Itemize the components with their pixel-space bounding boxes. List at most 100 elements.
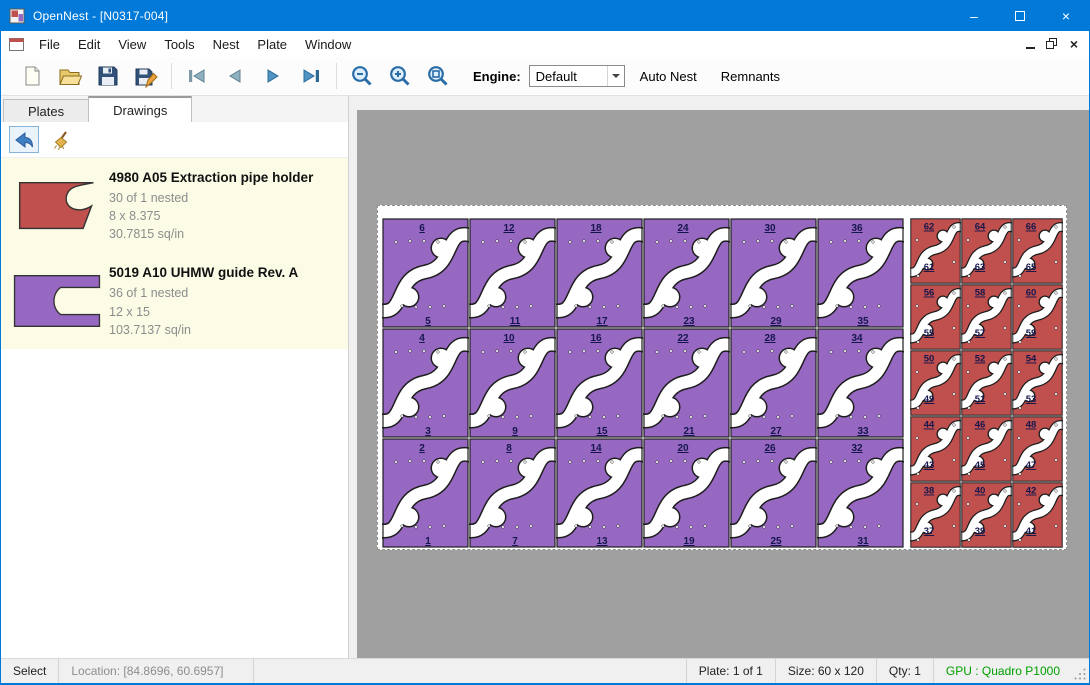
main-toolbar: Engine: Default Auto Nest Remnants	[1, 57, 1089, 96]
open-file-button[interactable]	[51, 60, 89, 92]
minimize-button[interactable]: –	[951, 1, 997, 31]
part-number: 65	[1026, 262, 1037, 273]
part-number: 11	[510, 316, 521, 327]
app-icon	[9, 8, 25, 24]
nested-part-pair[interactable]: 3029	[730, 218, 817, 328]
nested-part-pair[interactable]: 1615	[556, 328, 643, 438]
resize-grip[interactable]	[1072, 659, 1089, 683]
engine-select[interactable]: Default	[529, 65, 625, 87]
open-folder-icon	[58, 65, 82, 87]
nested-part-pair[interactable]: 2625	[730, 438, 817, 548]
nest-canvas[interactable]: 6512111817242330293635431091615222128273…	[357, 110, 1089, 658]
zoom-in-button[interactable]	[381, 60, 419, 92]
back-arrow-icon	[14, 131, 34, 149]
nested-part-pair[interactable]: 87	[469, 438, 556, 548]
nested-part-pair[interactable]: 3837	[910, 482, 961, 548]
clear-nest-button[interactable]	[47, 126, 77, 153]
save-button[interactable]	[89, 60, 127, 92]
mdi-close-button[interactable]: ×	[1067, 37, 1081, 51]
nested-part-pair[interactable]: 3433	[817, 328, 904, 438]
part-number: 44	[924, 420, 935, 431]
chevron-down-icon[interactable]	[607, 66, 624, 86]
nested-part-pair[interactable]: 4039	[961, 482, 1012, 548]
nested-part-pair[interactable]: 6463	[961, 218, 1012, 284]
previous-plate-button[interactable]	[216, 60, 254, 92]
remnants-button[interactable]: Remnants	[712, 61, 789, 92]
status-qty: Qty: 1	[876, 659, 933, 683]
nested-part-pair[interactable]: 6665	[1012, 218, 1063, 284]
nested-part-pair[interactable]: 3231	[817, 438, 904, 548]
part-number: 36	[851, 223, 863, 234]
part-number: 35	[857, 316, 869, 327]
part-number: 15	[596, 426, 608, 437]
save-as-button[interactable]	[127, 60, 165, 92]
nested-part-pair[interactable]: 36 35	[817, 218, 904, 328]
nested-part-pair[interactable]: 4847	[1012, 416, 1063, 482]
nested-part-pair[interactable]: 4645	[961, 416, 1012, 482]
drawing-list-item[interactable]: 4980 A05 Extraction pipe holder30 of 1 n…	[1, 158, 348, 253]
tab-drawings[interactable]: Drawings	[88, 96, 192, 122]
drawing-title: 4980 A05 Extraction pipe holder	[109, 170, 342, 185]
maximize-button[interactable]	[997, 1, 1043, 31]
part-number: 48	[1026, 420, 1037, 431]
last-arrow-icon	[300, 67, 322, 85]
new-file-icon	[21, 65, 43, 87]
zoom-fit-button[interactable]	[419, 60, 457, 92]
save-icon	[97, 65, 119, 87]
part-number: 39	[975, 526, 986, 537]
nested-part-pair[interactable]: 6059	[1012, 284, 1063, 350]
nested-part-pair[interactable]: 1817	[556, 218, 643, 328]
menu-plate[interactable]: Plate	[248, 33, 296, 56]
part-number: 2	[419, 443, 425, 454]
red-parts-grid: 626164636665 565558576059 504952515453 4443…	[910, 218, 1063, 548]
nested-part-pair[interactable]: 5655	[910, 284, 961, 350]
nested-part-pair[interactable]: 4443	[910, 416, 961, 482]
menu-view[interactable]: View	[109, 33, 155, 56]
nested-part-pair[interactable]: 2019	[643, 438, 730, 548]
close-button[interactable]: ×	[1043, 1, 1089, 31]
plate[interactable]: 6512111817242330293635431091615222128273…	[377, 205, 1067, 550]
nested-part-pair[interactable]: 4241	[1012, 482, 1063, 548]
broom-icon	[52, 130, 72, 150]
first-plate-button[interactable]	[178, 60, 216, 92]
menu-nest[interactable]: Nest	[204, 33, 249, 56]
part-number: 4	[419, 333, 425, 344]
nested-part-pair[interactable]: 109	[469, 328, 556, 438]
nested-part-pair[interactable]: 1413	[556, 438, 643, 548]
tab-plates[interactable]: Plates	[3, 99, 89, 122]
nested-part-pair[interactable]: 65	[382, 218, 469, 328]
menu-edit[interactable]: Edit	[69, 33, 109, 56]
part-number: 60	[1026, 288, 1037, 299]
nested-part-pair[interactable]: 1211	[469, 218, 556, 328]
zoom-out-button[interactable]	[343, 60, 381, 92]
mdi-restore-button[interactable]	[1045, 37, 1059, 51]
nested-part-pair[interactable]: 6261	[910, 218, 961, 284]
nested-part-pair[interactable]: 5857	[961, 284, 1012, 350]
nested-part-pair[interactable]: 2221	[643, 328, 730, 438]
drawing-size: 12 x 15	[109, 303, 342, 321]
next-arrow-icon	[262, 67, 284, 85]
nested-part-pair[interactable]: 5251	[961, 350, 1012, 416]
mdi-minimize-button[interactable]	[1023, 37, 1037, 51]
zoom-fit-icon	[426, 64, 450, 88]
part-number: 18	[590, 223, 602, 234]
part-number: 20	[677, 443, 689, 454]
nested-part-pair[interactable]: 21	[382, 438, 469, 548]
next-plate-button[interactable]	[254, 60, 292, 92]
nested-part-pair[interactable]: 2423	[643, 218, 730, 328]
menu-file[interactable]: File	[30, 33, 69, 56]
nested-part-pair[interactable]: 5049	[910, 350, 961, 416]
part-number: 29	[770, 316, 782, 327]
nested-part-pair[interactable]: 43	[382, 328, 469, 438]
return-to-nest-button[interactable]	[9, 126, 39, 153]
part-number: 23	[683, 316, 695, 327]
nested-part-pair[interactable]: 2827	[730, 328, 817, 438]
last-plate-button[interactable]	[292, 60, 330, 92]
drawing-list-item[interactable]: 5019 A10 UHMW guide Rev. A36 of 1 nested…	[1, 253, 348, 348]
menu-window[interactable]: Window	[296, 33, 360, 56]
nested-part-pair[interactable]: 5453	[1012, 350, 1063, 416]
part-number: 31	[857, 536, 869, 547]
auto-nest-button[interactable]: Auto Nest	[631, 61, 706, 92]
menu-tools[interactable]: Tools	[155, 33, 203, 56]
new-file-button[interactable]	[13, 60, 51, 92]
